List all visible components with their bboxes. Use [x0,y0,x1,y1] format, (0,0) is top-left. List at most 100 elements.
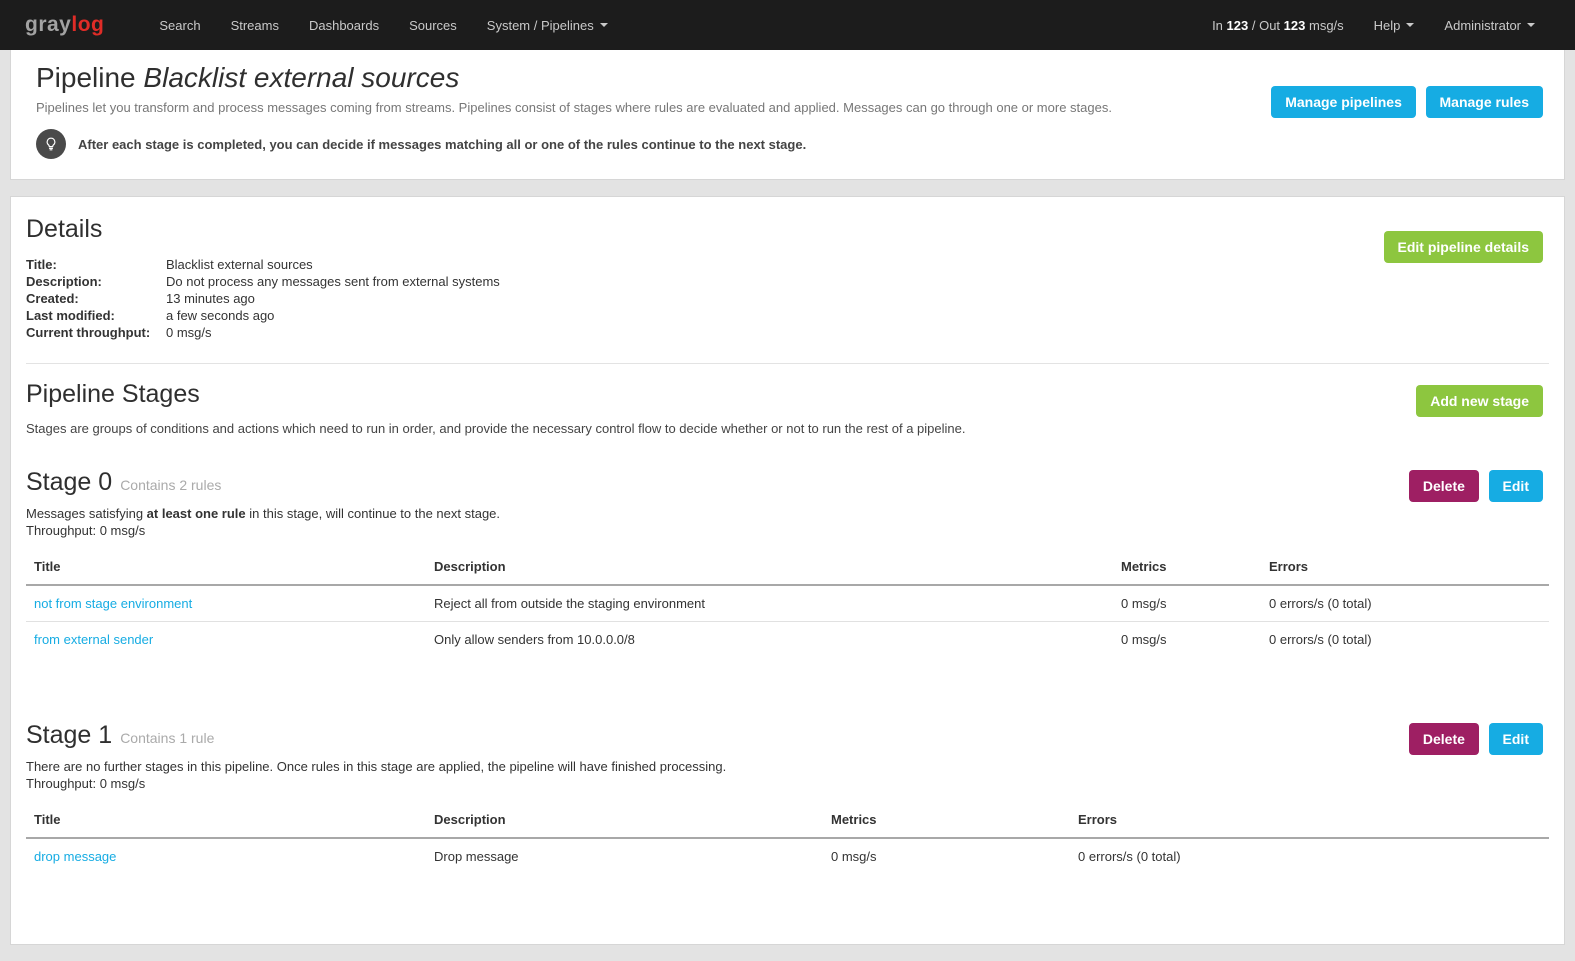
caret-down-icon [1406,23,1414,27]
column-header-description: Description [426,802,823,838]
stage-0-throughput: Throughput: 0 msg/s [26,522,1549,539]
manage-pipelines-button[interactable]: Manage pipelines [1271,86,1416,118]
nav-item-dashboards[interactable]: Dashboards [294,0,394,50]
rule-description-cell: Only allow senders from 10.0.0.0/8 [426,622,1113,658]
detail-row-description: Description: Do not process any messages… [26,273,1549,290]
nav-item-search[interactable]: Search [144,0,215,50]
navbar-left: graylog Search Streams Dashboards Source… [25,0,623,50]
detail-value: Blacklist external sources [166,256,313,273]
stage-1-delete-button[interactable]: Delete [1409,723,1479,755]
throughput-in-value: 123 [1227,18,1249,33]
nav-item-system-pipelines[interactable]: System / Pipelines [472,0,623,50]
lightbulb-icon [36,129,66,159]
add-new-stage-button[interactable]: Add new stage [1416,385,1543,417]
column-header-errors: Errors [1070,802,1549,838]
detail-value: a few seconds ago [166,307,274,324]
rule-link[interactable]: from external sender [34,632,153,647]
rule-errors-cell: 0 errors/s (0 total) [1261,622,1549,658]
detail-row-last-modified: Last modified: a few seconds ago [26,307,1549,324]
detail-row-current-throughput: Current throughput: 0 msg/s [26,324,1549,341]
manage-rules-button[interactable]: Manage rules [1426,86,1543,118]
nav-item-help[interactable]: Help [1359,0,1430,50]
top-navbar: graylog Search Streams Dashboards Source… [0,0,1575,50]
detail-value: 0 msg/s [166,324,212,341]
throughput-unit: msg/s [1309,18,1344,33]
rule-row: from external sender Only allow senders … [26,622,1549,658]
nav-item-label: Search [159,18,200,33]
stage-0-buttons: Delete Edit [1409,470,1543,502]
stage-0-rules-table: Title Description Metrics Errors not fro… [26,549,1549,657]
throughput-separator: / Out [1252,18,1280,33]
logo-text-log: log [71,13,104,36]
detail-label: Description: [26,273,166,290]
tip-text: After each stage is completed, you can d… [78,137,806,152]
rule-title-cell: not from stage environment [26,585,426,622]
navbar-right: In 123 / Out 123 msg/s Help Administrato… [1197,0,1550,50]
detail-label: Title: [26,256,166,273]
rule-metrics-cell: 0 msg/s [823,838,1070,874]
stage-desc-text: There are no further stages in this pipe… [26,759,726,774]
nav-item-label: Help [1374,18,1401,33]
page-header: Pipeline Blacklist external sources Pipe… [10,50,1565,180]
rule-link[interactable]: drop message [34,849,116,864]
detail-label: Created: [26,290,166,307]
stage-1-description: There are no further stages in this pipe… [26,758,1549,775]
stage-name: Stage 1 [26,721,112,749]
nav-item-user-menu[interactable]: Administrator [1429,0,1550,50]
stage-desc-text: Messages satisfying [26,506,147,521]
rule-title-cell: drop message [26,838,426,874]
stage-0-description: Messages satisfying at least one rule in… [26,505,1549,522]
stage-0-delete-button[interactable]: Delete [1409,470,1479,502]
rule-description-cell: Drop message [426,838,823,874]
pipeline-stages-description: Stages are groups of conditions and acti… [26,421,1549,436]
nav-item-label: Dashboards [309,18,379,33]
pipeline-stages-heading: Pipeline Stages [26,380,1549,409]
edit-pipeline-details-button[interactable]: Edit pipeline details [1384,231,1543,263]
rule-description-cell: Reject all from outside the staging envi… [426,585,1113,622]
stage-1-heading: Stage 1Contains 1 rule [26,721,1549,750]
stage-1-edit-button[interactable]: Edit [1489,723,1543,755]
tip-row: After each stage is completed, you can d… [36,129,1549,159]
table-header-row: Title Description Metrics Errors [26,802,1549,838]
stage-1-throughput: Throughput: 0 msg/s [26,775,1549,792]
stage-1-rules-table: Title Description Metrics Errors drop me… [26,802,1549,874]
pipeline-stages-section: Pipeline Stages Stages are groups of con… [26,380,1549,436]
rule-errors-cell: 0 errors/s (0 total) [1261,585,1549,622]
rule-link[interactable]: not from stage environment [34,596,192,611]
caret-down-icon [600,23,608,27]
stage-1-buttons: Delete Edit [1409,723,1543,755]
pipeline-name: Blacklist external sources [143,62,459,93]
rule-row: not from stage environment Reject all fr… [26,585,1549,622]
stage-rule-count: Contains 2 rules [120,477,221,493]
column-header-description: Description [426,549,1113,585]
rule-title-cell: from external sender [26,622,426,658]
nav-item-label: Streams [231,18,279,33]
stage-1-section: Stage 1Contains 1 rule There are no furt… [26,721,1549,874]
detail-label: Current throughput: [26,324,166,341]
detail-row-created: Created: 13 minutes ago [26,290,1549,307]
stage-desc-bold: at least one rule [147,506,246,521]
nav-item-label: Sources [409,18,457,33]
throughput-indicator[interactable]: In 123 / Out 123 msg/s [1197,18,1359,33]
header-buttons: Manage pipelines Manage rules [1271,86,1543,118]
table-header-row: Title Description Metrics Errors [26,549,1549,585]
rule-row: drop message Drop message 0 msg/s 0 erro… [26,838,1549,874]
stage-0-heading: Stage 0 Contains 2 rules [26,468,1549,497]
rule-metrics-cell: 0 msg/s [1113,622,1261,658]
nav-item-streams[interactable]: Streams [216,0,294,50]
stage-desc-text: in this stage, will continue to the next… [246,506,500,521]
graylog-logo[interactable]: graylog [25,13,104,37]
throughput-in-label: In [1212,18,1223,33]
details-section: Details Title: Blacklist external source… [26,215,1549,341]
rule-metrics-cell: 0 msg/s [1113,585,1261,622]
stage-0-section: Stage 0 Contains 2 rules Messages satisfy… [26,468,1549,657]
detail-value: 13 minutes ago [166,290,255,307]
stage-name: Stage 0 [26,468,112,496]
stage-0-edit-button[interactable]: Edit [1489,470,1543,502]
nav-item-label: Administrator [1444,18,1521,33]
detail-value: Do not process any messages sent from ex… [166,273,500,290]
nav-item-sources[interactable]: Sources [394,0,472,50]
throughput-out-value: 123 [1284,18,1306,33]
column-header-metrics: Metrics [1113,549,1261,585]
detail-label: Last modified: [26,307,166,324]
